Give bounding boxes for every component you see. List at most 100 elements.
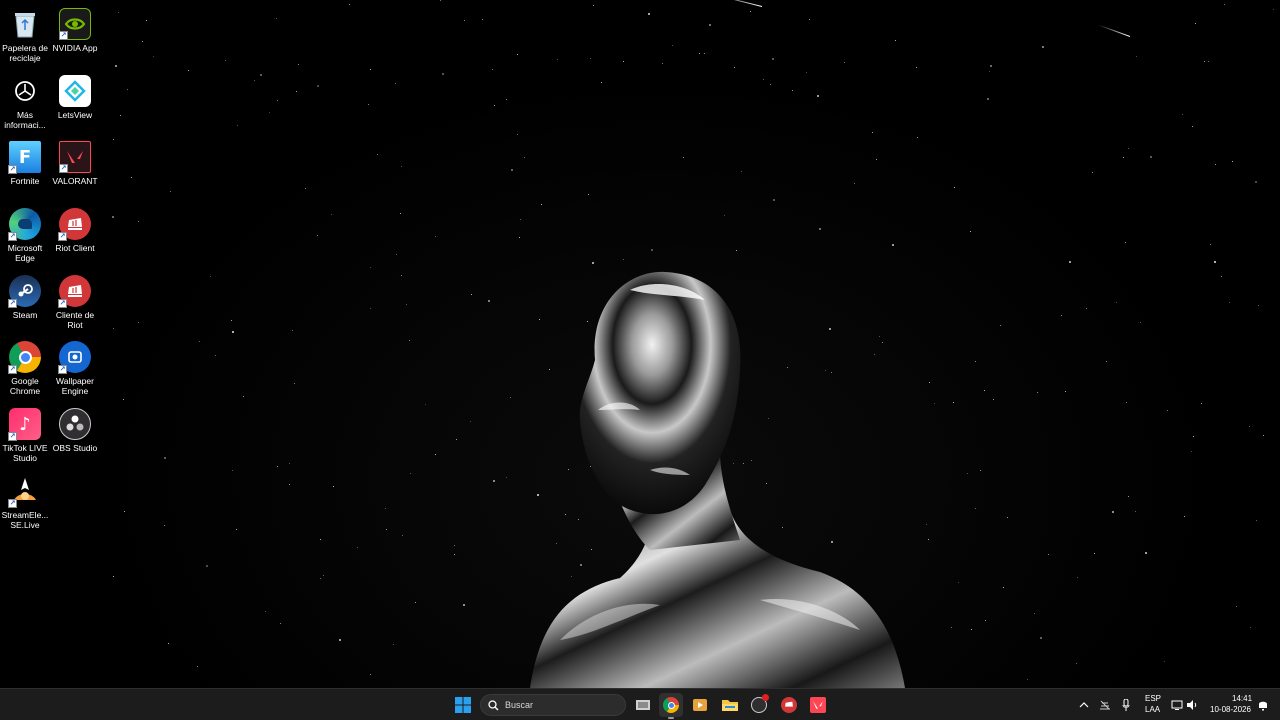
desktop-icon-obs[interactable]: OBS Studio [50,404,100,466]
star [1195,23,1196,24]
clock-time[interactable]: 14:41 [1232,694,1252,703]
desktop-icon-steam[interactable]: ↗ Steam [0,271,50,333]
star [323,575,324,576]
shortcut-arrow-icon: ↗ [8,365,17,374]
volume-icon[interactable] [1185,698,1199,712]
taskbar-valorant[interactable] [806,693,830,717]
desktop-icon-more-info[interactable]: Más informaci... [0,71,50,133]
star [588,194,589,195]
star [265,611,266,612]
star [113,139,114,140]
star [232,331,234,333]
star [1003,587,1004,588]
star [339,639,341,641]
desktop-icon-label: VALORANT [52,176,98,186]
desktop-icon-chrome[interactable]: ↗ Google Chrome [0,337,50,399]
star [1201,403,1202,404]
star [750,11,751,12]
star [736,250,737,251]
star [1236,606,1237,607]
star [120,115,121,116]
desktop-icon-valorant[interactable]: ↗ VALORANT [50,137,100,199]
taskbar-media-player[interactable] [688,693,712,717]
show-hidden-icons-chevron-up-icon[interactable] [1077,698,1091,712]
star [492,69,493,70]
star [1221,276,1222,277]
star [1193,436,1194,437]
star [168,643,169,644]
star [215,355,216,356]
desktop-icon-nvidia[interactable]: ↗ NVIDIA App [50,4,100,66]
desktop-icon-fortnite[interactable]: F ↗ Fortnite [0,137,50,199]
star [277,466,278,467]
star [928,539,929,540]
chrome-icon: ↗ [8,341,41,374]
star [967,473,968,474]
wallpaper-engine-icon: ↗ [58,341,91,374]
star [1210,244,1211,245]
taskbar-file-explorer[interactable] [718,693,742,717]
star [934,403,935,404]
star [425,404,426,405]
desktop-icon-edge[interactable]: ↗ Microsoft Edge [0,204,50,266]
star [280,623,281,624]
star [1037,392,1038,393]
desktop-icon-wallpaper-engine[interactable]: ↗ Wallpaper Engine [50,337,100,399]
star [199,341,200,342]
desktop-icon-tiktok-live[interactable]: ♪ ↗ TikTok LIVE Studio [0,404,50,466]
star [892,244,894,246]
desktop-icon-letsview[interactable]: LetsView [50,71,100,133]
star [770,84,771,85]
taskbar-task-view[interactable] [631,693,655,717]
microphone-icon[interactable] [1119,698,1133,712]
star [648,13,650,15]
star [377,154,378,155]
media-player-icon [693,699,707,711]
star [415,602,416,603]
notifications-icon[interactable] [1256,698,1270,712]
star [1069,261,1071,263]
star [370,267,371,268]
keyboard-layout[interactable]: LAA [1145,705,1160,714]
search-icon [488,699,499,710]
desktop-icon-recycle-bin[interactable]: Papelera de reciclaje [0,4,50,66]
star [601,82,602,83]
taskbar-search-box[interactable]: Buscar [480,694,626,716]
desktop-icon-streamelements[interactable]: ↗ StreamEle... SE.Live [0,471,50,533]
star [225,60,226,61]
taskbar-chrome[interactable] [659,693,683,719]
recycle-bin-icon [9,8,41,40]
shortcut-arrow-icon: ↗ [8,232,17,241]
star [294,383,295,384]
taskbar-obs[interactable] [747,693,771,717]
desktop-icon-cliente-riot[interactable]: ↗ Cliente de Riot [50,271,100,333]
star [809,19,810,20]
start-button[interactable] [451,693,475,717]
star [1263,435,1264,436]
star [1273,9,1274,10]
star [970,231,971,232]
desktop-icon-label: OBS Studio [52,443,98,453]
steam-icon: ↗ [8,275,41,308]
star [1255,181,1257,183]
input-language[interactable]: ESP [1145,694,1161,703]
star [298,64,299,65]
star [651,249,653,251]
desktop-icon-label: Wallpaper Engine [56,376,94,396]
star [400,213,401,214]
star [482,19,483,20]
star [164,457,166,459]
star [237,125,238,126]
star [819,228,821,230]
star [357,547,358,548]
star [1208,61,1209,62]
star [142,41,143,42]
star [519,237,520,238]
star [188,70,189,71]
desktop-icon-riot-client[interactable]: ↗ Riot Client [50,204,100,266]
star [164,525,165,526]
network-icon[interactable] [1098,698,1112,712]
taskbar-riot-client[interactable] [777,693,801,717]
clock-date[interactable]: 10-08-2026 [1210,705,1251,714]
display-icon[interactable] [1170,698,1184,712]
